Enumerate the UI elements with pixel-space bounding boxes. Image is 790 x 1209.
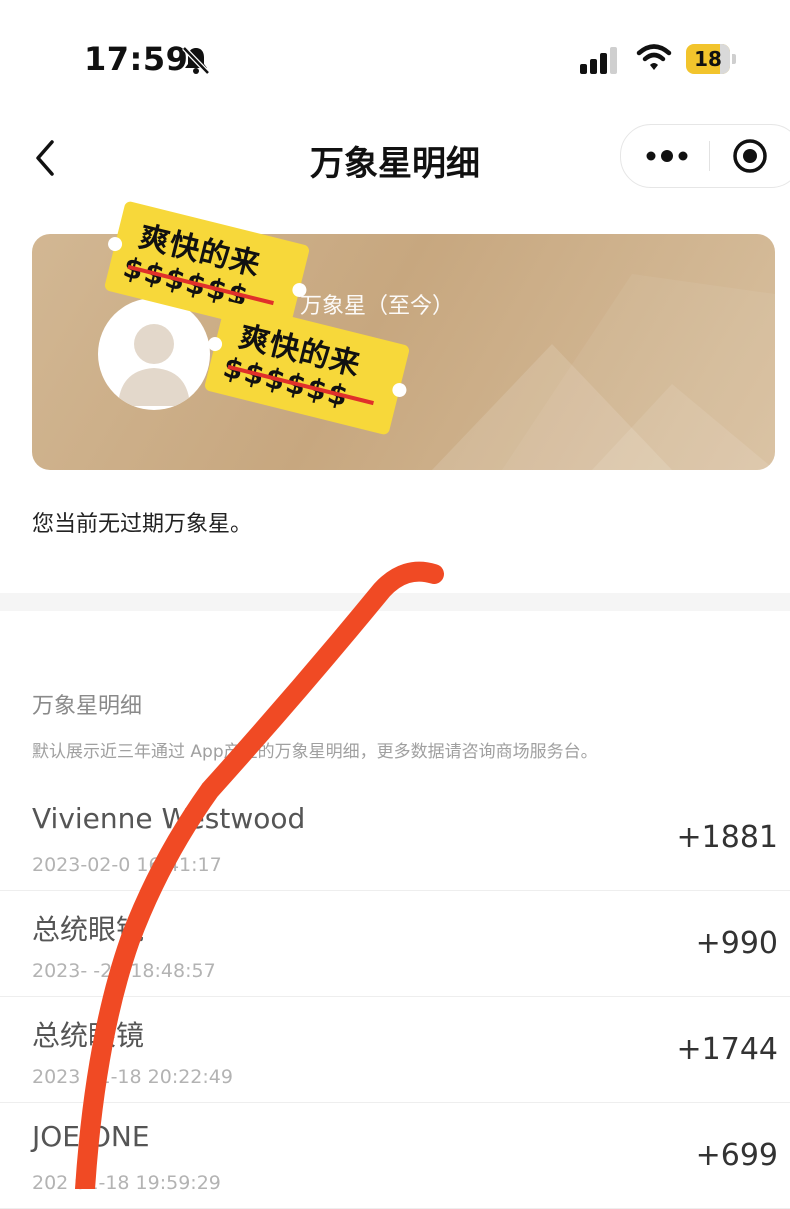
- record-timestamp: 202 01-18 19:59:29: [32, 1172, 221, 1194]
- record-store-name: Vivienne Westwood: [32, 802, 306, 835]
- status-bar: 17:59 18: [0, 0, 790, 110]
- battery-body: 18: [686, 44, 730, 74]
- star-card-label: 万象星（至今）: [300, 294, 455, 319]
- list-item[interactable]: 总统眼镜 2023 01-18 20:22:49 +1744: [0, 996, 790, 1103]
- battery-cap: [732, 54, 736, 64]
- record-circle-icon[interactable]: [731, 137, 769, 175]
- record-store-name: 总统眼镜: [32, 913, 145, 946]
- section-divider: [0, 593, 790, 611]
- record-timestamp: 2023-02-0 16:41:17: [32, 854, 222, 876]
- record-points: +699: [695, 1138, 778, 1173]
- section-description: 默认展示近三年通过 App产生的万象星明细，更多数据请咨询商场服务台。: [32, 742, 598, 762]
- user-avatar-icon: [118, 324, 190, 406]
- capsule-divider: [709, 141, 710, 171]
- record-points: +1881: [676, 820, 778, 855]
- battery-level: 18: [694, 47, 722, 71]
- record-store-name: 总统眼镜: [32, 1019, 145, 1052]
- mini-program-capsule: [620, 124, 790, 188]
- list-item[interactable]: Vivienne Westwood 2023-02-0 16:41:17 +18…: [0, 784, 790, 891]
- record-points: +990: [695, 926, 778, 961]
- list-item[interactable]: JOE ONE 202 01-18 19:59:29 +699: [0, 1102, 790, 1209]
- record-store-name: JOE ONE: [32, 1120, 150, 1153]
- list-item[interactable]: 总统眼镜 2023- -25 18:48:57 +990: [0, 890, 790, 997]
- bell-off-icon: [182, 46, 210, 75]
- expiry-notice: 您当前无过期万象星。: [32, 512, 253, 537]
- status-time: 17:59: [84, 40, 189, 78]
- record-points: +1744: [676, 1032, 778, 1067]
- avatar: [98, 298, 210, 410]
- nav-bar: 万象星明细: [0, 110, 790, 210]
- section-title: 万象星明细: [32, 694, 143, 719]
- cellular-signal-icon: [580, 47, 617, 74]
- more-dots-icon[interactable]: [645, 145, 689, 167]
- record-timestamp: 2023 01-18 20:22:49: [32, 1066, 233, 1088]
- record-timestamp: 2023- -25 18:48:57: [32, 960, 216, 982]
- wifi-icon: [636, 44, 672, 70]
- battery-icon: 18: [686, 44, 736, 74]
